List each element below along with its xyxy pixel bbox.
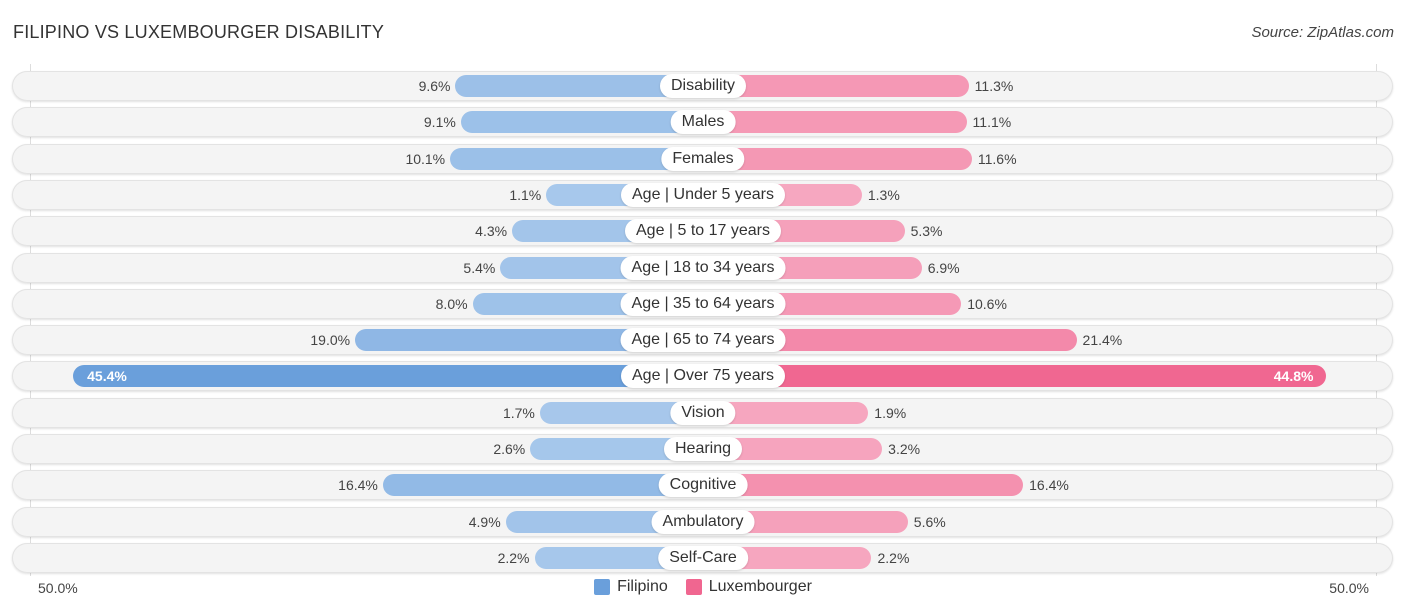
category-label-males: Males xyxy=(670,110,736,135)
filipino-value-self-care: 2.2% xyxy=(497,549,530,566)
filipino-value-age-over-75-years: 45.4% xyxy=(87,368,127,385)
luxembourger-value-self-care: 2.2% xyxy=(877,549,910,566)
category-label-cognitive: Cognitive xyxy=(658,473,748,498)
luxembourger-value-age-5-to-17-years: 5.3% xyxy=(910,223,943,240)
luxembourger-bar-males[interactable] xyxy=(703,111,967,134)
category-label-disability: Disability xyxy=(659,74,747,98)
filipino-value-age-65-to-74-years: 19.0% xyxy=(310,332,351,349)
category-label-self-care: Self-Care xyxy=(658,545,748,570)
filipino-value-age-5-to-17-years: 4.3% xyxy=(475,223,508,240)
legend-item-filipino[interactable]: Filipino xyxy=(594,578,668,596)
filipino-bar-cognitive[interactable] xyxy=(382,474,703,497)
category-label-hearing: Hearing xyxy=(663,437,743,461)
filipino-value-age-under-5-years: 1.1% xyxy=(509,186,542,203)
category-label-females: Females xyxy=(661,146,745,171)
filipino-bar-age-over-75-years[interactable] xyxy=(73,365,703,388)
filipino-value-males: 9.1% xyxy=(423,114,456,131)
source-label: Source: ZipAtlas.com xyxy=(1251,24,1394,41)
luxembourger-value-age-18-to-34-years: 6.9% xyxy=(927,259,960,276)
category-label-age-5-to-17-years: Age | 5 to 17 years xyxy=(624,219,782,244)
luxembourger-value-males: 11.1% xyxy=(972,114,1012,131)
luxembourger-value-cognitive: 16.4% xyxy=(1029,477,1069,494)
category-label-age-under-5-years: Age | Under 5 years xyxy=(620,182,786,207)
legend-item-luxembourger[interactable]: Luxembourger xyxy=(685,578,812,596)
luxembourger-value-age-under-5-years: 1.3% xyxy=(867,186,900,203)
legend-swatch-luxembourger xyxy=(685,579,702,595)
luxembourger-value-age-35-to-64-years: 10.6% xyxy=(967,295,1007,312)
filipino-value-cognitive: 16.4% xyxy=(338,477,378,494)
filipino-value-females: 10.1% xyxy=(405,150,446,167)
category-label-age-35-to-64-years: Age | 35 to 64 years xyxy=(620,291,786,316)
legend: Filipino Luxembourger xyxy=(0,578,1406,596)
category-label-age-65-to-74-years: Age | 65 to 74 years xyxy=(620,328,786,353)
legend-swatch-filipino xyxy=(594,579,611,595)
luxembourger-value-disability: 11.3% xyxy=(974,78,1014,94)
luxembourger-value-age-65-to-74-years: 21.4% xyxy=(1082,332,1123,349)
luxembourger-value-vision: 1.9% xyxy=(874,404,907,421)
luxembourger-value-age-over-75-years: 44.8% xyxy=(1273,368,1314,385)
luxembourger-value-females: 11.6% xyxy=(977,150,1017,167)
chart-title: FILIPINO VS LUXEMBOURGER DISABILITY xyxy=(13,22,385,42)
category-label-vision: Vision xyxy=(670,400,736,425)
luxembourger-value-ambulatory: 5.6% xyxy=(913,513,946,530)
filipino-value-ambulatory: 4.9% xyxy=(468,513,501,530)
filipino-value-disability: 9.6% xyxy=(418,78,451,94)
luxembourger-bar-age-over-75-years[interactable] xyxy=(703,365,1327,388)
luxembourger-value-hearing: 3.2% xyxy=(888,441,921,457)
filipino-value-vision: 1.7% xyxy=(502,404,535,421)
filipino-value-age-35-to-64-years: 8.0% xyxy=(435,295,468,312)
category-label-age-over-75-years: Age | Over 75 years xyxy=(621,364,785,389)
legend-label-luxembourger: Luxembourger xyxy=(708,578,812,595)
category-label-age-18-to-34-years: Age | 18 to 34 years xyxy=(620,255,786,280)
luxembourger-bar-cognitive[interactable] xyxy=(703,474,1024,497)
filipino-value-age-18-to-34-years: 5.4% xyxy=(463,259,496,276)
filipino-value-hearing: 2.6% xyxy=(493,441,526,457)
category-label-ambulatory: Ambulatory xyxy=(651,509,755,534)
legend-label-filipino: Filipino xyxy=(617,578,668,595)
filipino-bar-males[interactable] xyxy=(460,111,703,134)
